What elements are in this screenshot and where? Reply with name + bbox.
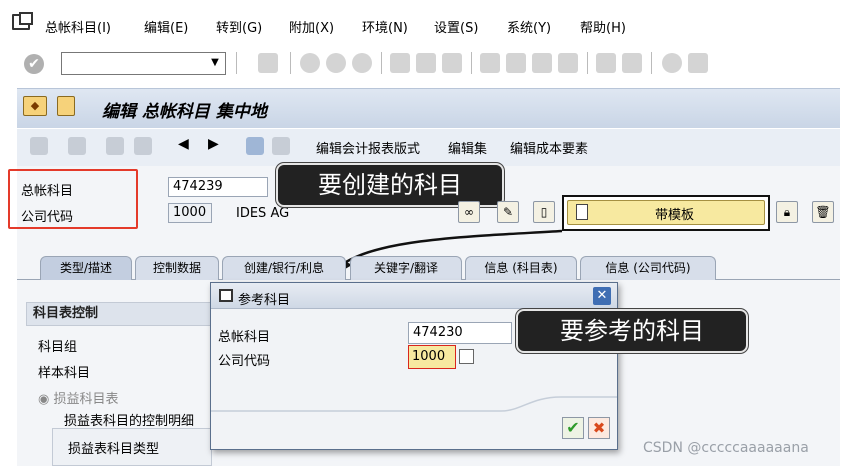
- watermark: CSDN @cccccaaaaaana: [643, 440, 809, 456]
- pl-account-type-label: 损益表科目类型: [68, 442, 160, 457]
- tab-info-chart-of-accounts[interactable]: 信息 (科目表): [465, 256, 577, 280]
- close-icon[interactable]: ✕: [593, 287, 611, 305]
- dialog-title: 参考科目: [238, 293, 291, 308]
- radio-icon: ◉: [38, 392, 54, 407]
- dialog-company-code-label: 公司代码: [218, 354, 271, 369]
- cancel-icon[interactable]: ✖: [588, 417, 610, 439]
- sample-account-label: 样本科目: [38, 366, 91, 381]
- value-help-icon[interactable]: [459, 349, 474, 364]
- dialog-gl-account-label: 总帐科目: [218, 330, 271, 345]
- tab-info-company-code[interactable]: 信息 (公司代码): [580, 256, 716, 280]
- tab-keyword-translation[interactable]: 关键字/翻译: [350, 256, 462, 280]
- tab-control-data[interactable]: 控制数据: [135, 256, 219, 280]
- account-group-label: 科目组: [38, 340, 78, 355]
- pl-statement-radio[interactable]: ◉ 损益科目表: [38, 388, 119, 407]
- pl-statement-radio-label: 损益科目表: [53, 392, 119, 407]
- dialog-gl-account-field[interactable]: 474230: [408, 322, 512, 344]
- tab-type-description[interactable]: 类型/描述: [40, 256, 132, 280]
- dialog-window-icon: [219, 289, 233, 302]
- dialog-company-code-field[interactable]: 1000: [408, 345, 456, 369]
- group-header: 损益表科目的控制明细: [64, 414, 195, 429]
- confirm-icon[interactable]: ✔: [562, 417, 584, 439]
- callout-reference-account: 要参考的科目: [516, 309, 748, 353]
- tab-create-bank-interest[interactable]: 创建/银行/利息: [222, 256, 346, 280]
- section-header: 科目表控制: [26, 302, 216, 326]
- dialog-divider: [211, 396, 617, 412]
